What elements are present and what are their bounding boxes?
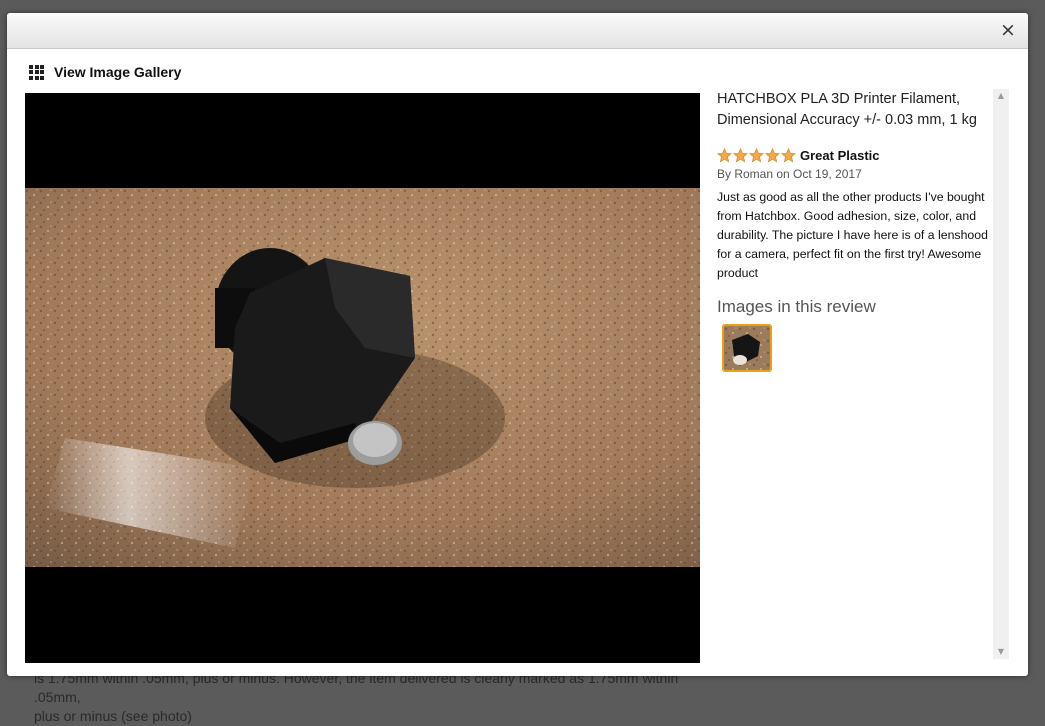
caret-up-icon[interactable]: ▲ — [993, 89, 1009, 103]
modal-header: × — [7, 13, 1028, 49]
view-image-gallery-link[interactable]: View Image Gallery — [29, 63, 181, 81]
main-review-image-panel — [25, 93, 700, 663]
grid-icon — [29, 64, 44, 80]
review-title: Great Plastic — [800, 148, 880, 163]
product-title: HATCHBOX PLA 3D Printer Filament, Dimens… — [717, 91, 977, 128]
review-image-thumbnail[interactable] — [722, 324, 772, 372]
vertical-scrollbar[interactable]: ▲ ▼ — [993, 89, 1009, 659]
star-icon — [781, 148, 796, 163]
review-details: HATCHBOX PLA 3D Printer Filament, Dimens… — [717, 89, 989, 372]
images-in-review-heading: Images in this review — [717, 297, 876, 316]
caret-down-icon[interactable]: ▼ — [993, 645, 1009, 659]
thumbnail-image — [724, 326, 770, 370]
star-icon — [749, 148, 764, 163]
close-button[interactable]: × — [1000, 21, 1016, 40]
review-photo — [25, 188, 700, 567]
star-icon — [765, 148, 780, 163]
star-rating — [717, 148, 796, 163]
rating-row: Great Plastic — [717, 148, 989, 163]
star-icon — [717, 148, 732, 163]
view-image-gallery-label: View Image Gallery — [54, 64, 182, 80]
review-image-modal: × View Image Gallery HATCHBOX PLA 3D Pri… — [7, 13, 1028, 676]
review-body: Just as good as all the other products I… — [717, 190, 988, 280]
star-icon — [733, 148, 748, 163]
background-text-line: plus or minus (see photo) — [34, 708, 192, 724]
review-byline: By Roman on Oct 19, 2017 — [717, 167, 862, 181]
